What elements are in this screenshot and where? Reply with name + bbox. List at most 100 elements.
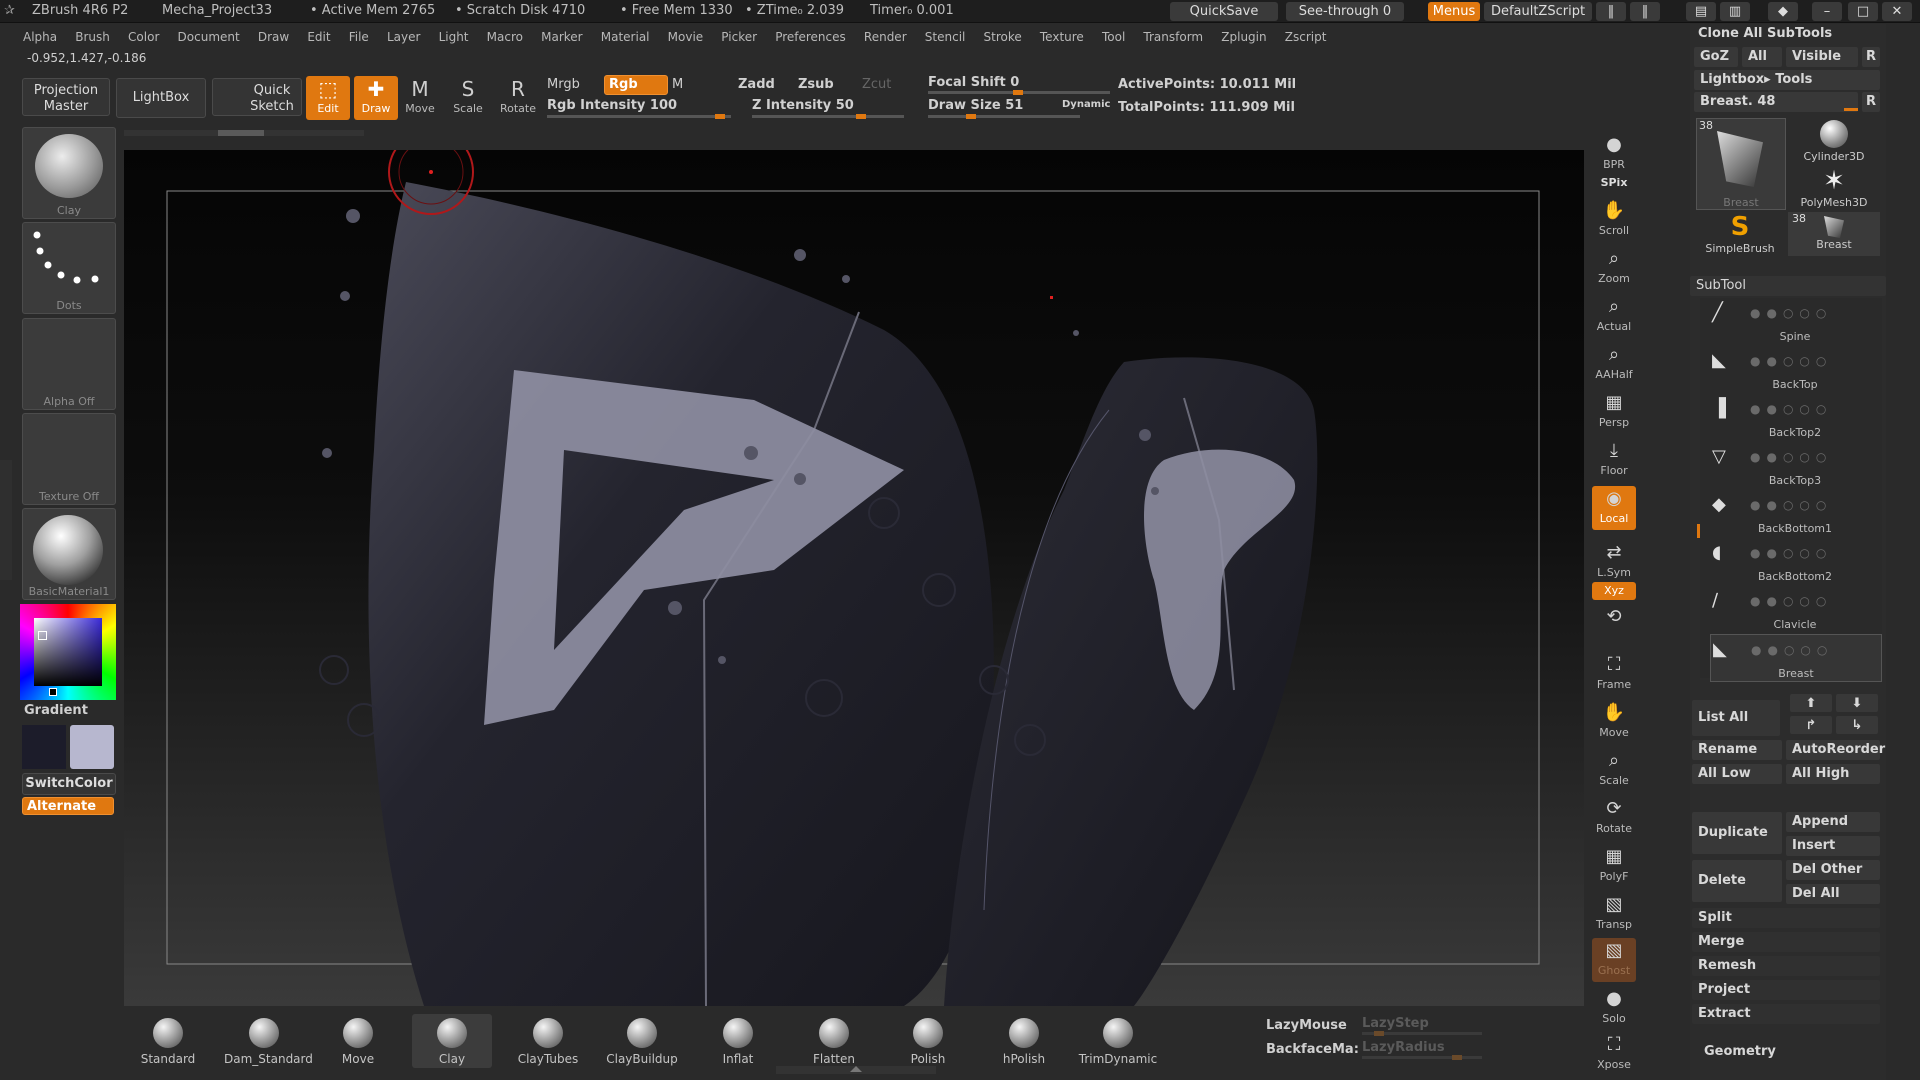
- z-intensity-track[interactable]: [752, 114, 904, 119]
- document-canvas[interactable]: [124, 150, 1584, 1006]
- draw-size-slider[interactable]: Draw Size 51: [928, 98, 1023, 113]
- del-all-button[interactable]: Del All: [1786, 884, 1880, 904]
- menu-brush[interactable]: Brush: [75, 30, 110, 44]
- left-tray-handle[interactable]: [0, 460, 12, 580]
- subtool-header[interactable]: SubTool: [1690, 276, 1886, 296]
- zoom-button[interactable]: ⌕ Zoom: [1592, 246, 1636, 290]
- scroll-button[interactable]: ✋ Scroll: [1592, 198, 1636, 242]
- brush-flatten[interactable]: Flatten: [794, 1014, 874, 1068]
- delete-button[interactable]: Delete: [1692, 860, 1782, 902]
- move-to-top-icon[interactable]: ↱: [1790, 716, 1832, 734]
- zsub-button[interactable]: Zsub: [798, 77, 834, 92]
- floor-button[interactable]: ⤓ Floor: [1592, 438, 1636, 482]
- z-intensity-slider[interactable]: Z Intensity 50: [752, 98, 854, 113]
- menu-file[interactable]: File: [349, 30, 369, 44]
- goz-all-button[interactable]: All: [1742, 47, 1782, 67]
- menu-macro[interactable]: Macro: [487, 30, 523, 44]
- menu-transform[interactable]: Transform: [1143, 30, 1203, 44]
- lazyradius-track[interactable]: [1362, 1055, 1482, 1060]
- aahalf-button[interactable]: ⌕ AAHalf: [1592, 342, 1636, 386]
- zadd-button[interactable]: Zadd: [738, 77, 775, 92]
- ui-layout2-icon[interactable]: ▥: [1720, 2, 1750, 21]
- lazyradius-slider[interactable]: LazyRadius: [1362, 1040, 1445, 1055]
- menu-stencil[interactable]: Stencil: [925, 30, 966, 44]
- quicksave-button[interactable]: QuickSave: [1170, 2, 1278, 21]
- brush-standard[interactable]: Standard: [128, 1014, 208, 1068]
- subtool-toggles[interactable]: ●●○○○: [1750, 402, 1832, 416]
- layout-right-icon[interactable]: ‖: [1630, 2, 1660, 21]
- menu-alpha[interactable]: Alpha: [23, 30, 57, 44]
- subtool-toggles[interactable]: ●●○○○: [1750, 450, 1832, 464]
- extract-button[interactable]: Extract: [1692, 1004, 1880, 1024]
- list-all-button[interactable]: List All: [1692, 700, 1780, 736]
- tool-slider-knob[interactable]: [1844, 108, 1858, 111]
- primary-color-swatch[interactable]: [70, 725, 114, 769]
- brush-clay[interactable]: Clay: [412, 1014, 492, 1068]
- color-picker-square[interactable]: [34, 618, 102, 686]
- maximize-icon[interactable]: □: [1848, 2, 1878, 21]
- subtool-toggles[interactable]: ●●○○○: [1750, 594, 1832, 608]
- menu-picker[interactable]: Picker: [721, 30, 757, 44]
- ghost-button[interactable]: ▧ Ghost: [1592, 938, 1636, 982]
- menu-draw[interactable]: Draw: [258, 30, 289, 44]
- brush-hpolish[interactable]: hPolish: [984, 1014, 1064, 1068]
- goz-button[interactable]: GoZ: [1694, 47, 1738, 67]
- tool-simplebrush[interactable]: S SimpleBrush: [1696, 212, 1784, 256]
- geometry-header[interactable]: Geometry: [1698, 1042, 1878, 1062]
- quick-sketch-button[interactable]: Quick Sketch: [212, 78, 302, 116]
- lazystep-track[interactable]: [1362, 1031, 1482, 1036]
- move-view-button[interactable]: ✋ Move: [1592, 700, 1636, 744]
- edit-button[interactable]: ⬚ Edit: [306, 76, 350, 120]
- subtool-row-spine[interactable]: ╱ ●●○○○ Spine: [1710, 298, 1880, 344]
- brush-claytubes[interactable]: ClayTubes: [508, 1014, 588, 1068]
- rotation-axis-icons[interactable]: ⟲: [1592, 604, 1636, 644]
- scale-button[interactable]: S Scale: [446, 76, 490, 120]
- brush-thumbnail[interactable]: Clay: [22, 127, 116, 219]
- m-button[interactable]: M: [672, 77, 683, 92]
- tool-r-button[interactable]: R: [1862, 92, 1880, 112]
- lightbox-tools-button[interactable]: Lightbox▸ Tools: [1694, 70, 1880, 90]
- lightbox-button[interactable]: LightBox: [116, 78, 206, 118]
- move-up-icon[interactable]: ⬆: [1790, 694, 1832, 712]
- xpose-button[interactable]: ⛶ Xpose: [1592, 1032, 1636, 1076]
- subtool-row-clavicle[interactable]: ∕ ●●○○○ Clavicle: [1710, 586, 1880, 632]
- append-button[interactable]: Append: [1786, 812, 1880, 832]
- all-low-button[interactable]: All Low: [1692, 764, 1782, 784]
- merge-button[interactable]: Merge: [1692, 932, 1880, 952]
- duplicate-button[interactable]: Duplicate: [1692, 812, 1782, 854]
- texture-thumbnail[interactable]: Texture Off: [22, 413, 116, 505]
- menu-document[interactable]: Document: [178, 30, 240, 44]
- polyf-button[interactable]: ▦ PolyF: [1592, 844, 1636, 888]
- bpr-button[interactable]: ● BPR: [1592, 132, 1636, 176]
- move-to-bottom-icon[interactable]: ↳: [1836, 716, 1878, 734]
- subtool-toggles[interactable]: ●●○○○: [1750, 306, 1832, 320]
- minimize-icon[interactable]: –: [1812, 2, 1842, 21]
- stroke-thumbnail[interactable]: Dots: [22, 222, 116, 314]
- move-down-icon[interactable]: ⬇: [1836, 694, 1878, 712]
- menu-zscript[interactable]: Zscript: [1285, 30, 1327, 44]
- close-icon[interactable]: ✕: [1882, 2, 1912, 21]
- layout-left-icon[interactable]: ‖: [1596, 2, 1626, 21]
- solo-button[interactable]: ● Solo: [1592, 986, 1636, 1030]
- material-thumbnail[interactable]: BasicMaterial1: [22, 508, 116, 600]
- rotate-view-button[interactable]: ⟳ Rotate: [1592, 796, 1636, 840]
- all-high-button[interactable]: All High: [1786, 764, 1880, 784]
- subtool-scroll-marker[interactable]: [1697, 524, 1700, 538]
- subtool-row-breast-selected[interactable]: ◣ ●●○○○ Breast: [1710, 634, 1882, 682]
- alpha-thumbnail[interactable]: Alpha Off: [22, 318, 116, 410]
- subtool-toggles[interactable]: ●●○○○: [1750, 354, 1832, 368]
- dynamic-toggle[interactable]: Dynamic: [1062, 99, 1110, 110]
- clone-all-subtools-button[interactable]: Clone All SubTools: [1692, 24, 1882, 44]
- subtool-toggles[interactable]: ●●○○○: [1750, 498, 1832, 512]
- goz-r-button[interactable]: R: [1862, 47, 1880, 67]
- lazystep-slider[interactable]: LazyStep: [1362, 1016, 1429, 1031]
- backface-mask-button[interactable]: BackfaceMa:: [1266, 1042, 1359, 1057]
- menu-preferences[interactable]: Preferences: [775, 30, 846, 44]
- subtool-row-backtop2[interactable]: ▐ ●●○○○ BackTop2: [1710, 394, 1880, 440]
- rgb-intensity-slider[interactable]: Rgb Intensity 100: [547, 98, 677, 113]
- draw-size-track[interactable]: [928, 114, 1080, 119]
- draw-button[interactable]: ✚ Draw: [354, 76, 398, 120]
- secondary-color-swatch[interactable]: [22, 725, 66, 769]
- goz-visible-button[interactable]: Visible: [1786, 47, 1858, 67]
- rename-button[interactable]: Rename: [1692, 740, 1782, 760]
